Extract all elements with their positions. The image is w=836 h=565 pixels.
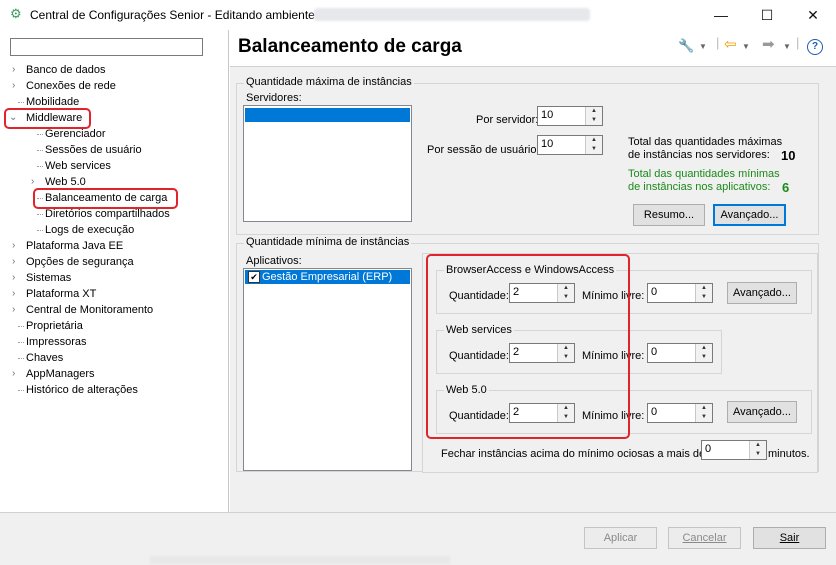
- apps-label: Aplicativos:: [246, 255, 302, 267]
- tree-item-plataforma-java-ee[interactable]: › Plataforma Java EE: [12, 238, 123, 254]
- tree-item-appmanagers[interactable]: › AppManagers: [12, 366, 95, 382]
- spin-up-icon[interactable]: ▲: [586, 136, 602, 145]
- spin-up-icon[interactable]: ▲: [696, 284, 712, 293]
- min-instances-title: Quantidade mínima de instâncias: [244, 236, 412, 248]
- background-window-fragment: [150, 556, 450, 564]
- back-arrow-icon[interactable]: ⇦: [724, 35, 737, 53]
- tree-item-opcoes-de-seguranca[interactable]: › Opções de segurança: [12, 254, 134, 270]
- page-header: Balanceamento de carga 🔧 ▼ | ⇦ ▼ ➡ ▼ | ?: [230, 30, 836, 67]
- sair-button[interactable]: Sair: [753, 527, 826, 549]
- max-instances-title: Quantidade máxima de instâncias: [244, 76, 414, 88]
- tree-item-central-de-monitoramento[interactable]: › Central de Monitoramento: [12, 302, 153, 318]
- navigation-tree-pane: › Banco de dados › Conexões de rede Mobili…: [0, 30, 229, 512]
- close-button[interactable]: ✕: [790, 0, 836, 30]
- total-min-text-1: Total das quantidades mínimas: [628, 168, 780, 180]
- por-sessao-spinner[interactable]: 10 ▲ ▼: [537, 135, 603, 155]
- servers-listbox[interactable]: [243, 105, 412, 222]
- window-title: Central de Configurações Senior - Editan…: [30, 8, 315, 22]
- aplicar-button[interactable]: Aplicar: [584, 527, 657, 549]
- selected-server-row[interactable]: [245, 108, 410, 122]
- tree-item-sessoes-de-usuario[interactable]: Sessões de usuário: [37, 142, 142, 158]
- tree-item-chaves[interactable]: Chaves: [18, 350, 63, 366]
- servers-label: Servidores:: [246, 92, 302, 104]
- total-min-value: 6: [782, 180, 790, 195]
- app-item-erp[interactable]: Gestão Empresarial (ERP): [245, 270, 410, 284]
- spin-down-icon[interactable]: ▼: [696, 293, 712, 302]
- expand-arrow-icon[interactable]: ›: [12, 302, 22, 318]
- expand-arrow-icon[interactable]: ›: [12, 366, 22, 382]
- total-max-value: 10: [781, 148, 796, 163]
- spin-down-icon[interactable]: ▼: [750, 450, 766, 459]
- wrench-icon[interactable]: 🔧: [678, 38, 694, 54]
- expand-arrow-icon[interactable]: ›: [12, 62, 22, 78]
- app-icon: ⚙: [10, 6, 22, 21]
- spin-down-icon[interactable]: ▼: [696, 413, 712, 422]
- forward-dropdown-icon[interactable]: ▼: [783, 42, 791, 51]
- help-icon[interactable]: ?: [807, 39, 823, 55]
- por-servidor-spinner[interactable]: 10 ▲ ▼: [537, 106, 603, 126]
- wrench-dropdown-icon[interactable]: ▼: [699, 42, 707, 51]
- annotation-highlight-balanceamento: [33, 188, 178, 209]
- tree-item-sistemas[interactable]: › Sistemas: [12, 270, 71, 286]
- tree-item-impressoras[interactable]: Impressoras: [18, 334, 87, 350]
- annotation-highlight-middleware: [4, 108, 91, 129]
- maximize-button[interactable]: ☐: [744, 0, 790, 30]
- spin-down-icon[interactable]: ▼: [696, 353, 712, 362]
- expand-arrow-icon[interactable]: ›: [12, 286, 22, 302]
- minutos-label: minutos.: [768, 448, 810, 460]
- resumo-button[interactable]: Resumo...: [633, 204, 705, 226]
- app-checkbox[interactable]: ✔: [248, 271, 260, 283]
- title-bar: ⚙ Central de Configurações Senior - Edit…: [0, 0, 836, 30]
- expand-arrow-icon[interactable]: ›: [12, 238, 22, 254]
- total-max-text-1: Total das quantidades máximas: [628, 136, 783, 148]
- avancado-max-button[interactable]: Avançado...: [713, 204, 786, 226]
- total-max-text-2: de instâncias nos servidores:: [628, 149, 770, 161]
- web50-avancado-button[interactable]: Avançado...: [727, 401, 797, 423]
- web50-min-spinner[interactable]: 0 ▲ ▼: [647, 403, 713, 423]
- tree-item-historico-de-alteracoes[interactable]: Histórico de alterações: [18, 382, 138, 398]
- page-title: Balanceamento de carga: [238, 36, 462, 57]
- cancelar-button[interactable]: Cancelar: [668, 527, 741, 549]
- expand-arrow-icon[interactable]: ›: [12, 254, 22, 270]
- spin-up-icon[interactable]: ▲: [696, 344, 712, 353]
- spin-up-icon[interactable]: ▲: [586, 107, 602, 116]
- tree-item-proprietaria[interactable]: Proprietária: [18, 318, 83, 334]
- browseraccess-avancado-button[interactable]: Avançado...: [727, 282, 797, 304]
- apps-listbox[interactable]: Gestão Empresarial (ERP) ✔: [243, 268, 412, 471]
- total-min-text-2: de instâncias nos aplicativos:: [628, 181, 771, 193]
- fechar-label: Fechar instâncias acima do mínimo ociosa…: [441, 448, 706, 460]
- por-sessao-label: Por sessão de usuário:: [427, 144, 540, 156]
- expand-arrow-icon[interactable]: ›: [12, 78, 22, 94]
- annotation-highlight-app-settings: [426, 254, 630, 439]
- expand-arrow-icon[interactable]: ›: [12, 270, 22, 286]
- spin-down-icon[interactable]: ▼: [586, 116, 602, 125]
- tree-item-logs-de-execucao[interactable]: Logs de execução: [37, 222, 134, 238]
- tree-item-banco-de-dados[interactable]: › Banco de dados: [12, 62, 106, 78]
- forward-arrow-icon[interactable]: ➡: [762, 35, 775, 53]
- tree-item-plataforma-xt[interactable]: › Plataforma XT: [12, 286, 96, 302]
- fechar-minutes-spinner[interactable]: 0 ▲ ▼: [701, 440, 767, 460]
- spin-up-icon[interactable]: ▲: [696, 404, 712, 413]
- por-servidor-label: Por servidor:: [476, 114, 539, 126]
- spin-up-icon[interactable]: ▲: [750, 441, 766, 450]
- tree-item-conexoes-de-rede[interactable]: › Conexões de rede: [12, 78, 116, 94]
- tree-search-input[interactable]: [10, 38, 203, 56]
- spin-down-icon[interactable]: ▼: [586, 145, 602, 154]
- minimize-button[interactable]: —: [698, 0, 744, 30]
- tree-item-web-services[interactable]: Web services: [37, 158, 111, 174]
- browseraccess-min-spinner[interactable]: 0 ▲ ▼: [647, 283, 713, 303]
- webservices-min-spinner[interactable]: 0 ▲ ▼: [647, 343, 713, 363]
- back-dropdown-icon[interactable]: ▼: [742, 42, 750, 51]
- blurred-environment-name: [314, 8, 590, 21]
